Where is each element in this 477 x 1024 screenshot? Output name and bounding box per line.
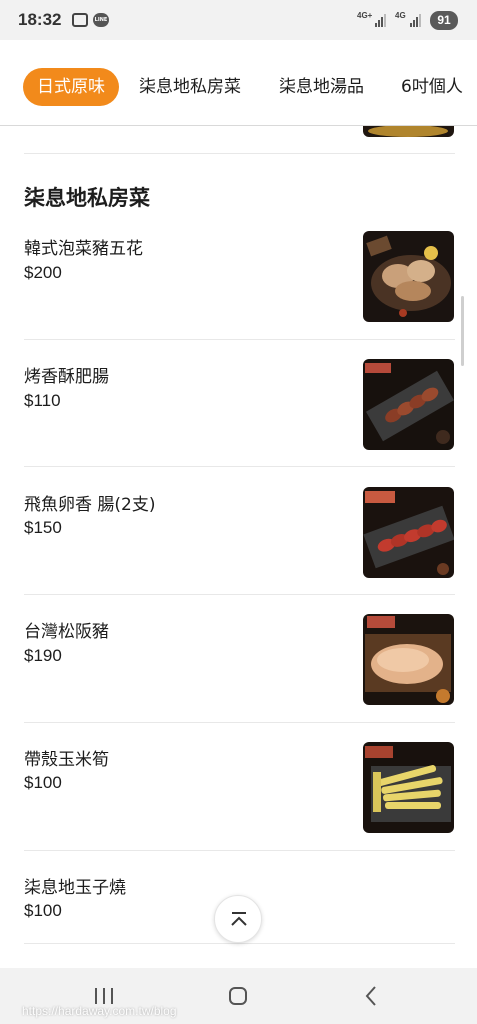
item-name[interactable]: 韓式泡菜豬五花: [24, 234, 143, 259]
baby-corn-photo[interactable]: [363, 742, 454, 833]
divider: [24, 466, 455, 467]
item-name[interactable]: 台灣松阪豬: [24, 617, 109, 642]
back-to-top-button[interactable]: [214, 895, 262, 943]
item-price: $110: [24, 391, 61, 410]
item-name[interactable]: 柒息地玉子燒: [24, 873, 126, 898]
item-name[interactable]: 帶殼玉米筍: [24, 745, 109, 770]
status-time: 18:32: [18, 10, 62, 29]
divider: [24, 594, 455, 595]
category-tabs: 日式原味 柒息地私房菜 柒息地湯品 6吋個人: [0, 40, 477, 126]
divider: [24, 153, 455, 154]
status-bar: 18:32 LINE 4G+ 4G 91: [0, 0, 477, 40]
watermark: https://hardaway.com.tw/blog: [22, 1004, 177, 1018]
tab-soups[interactable]: 柒息地湯品: [279, 68, 364, 106]
back-icon[interactable]: [360, 984, 384, 1008]
item-price: $100: [24, 773, 62, 792]
tab-japanese-original[interactable]: 日式原味: [23, 68, 119, 106]
signal-icon: [410, 14, 424, 27]
grilled-intestine-photo[interactable]: [363, 359, 454, 450]
sausage-photo[interactable]: [363, 487, 454, 578]
item-price: $150: [24, 518, 62, 537]
item-price: $200: [24, 263, 62, 282]
item-price: $190: [24, 646, 62, 665]
previous-item-photo[interactable]: [363, 126, 454, 137]
item-name[interactable]: 烤香酥肥腸: [24, 362, 109, 387]
item-name[interactable]: 飛魚卵香 腸(2支): [24, 490, 155, 515]
chevron-up-icon: [231, 912, 247, 926]
divider: [24, 850, 455, 851]
menu-list[interactable]: 柒息地私房菜 韓式泡菜豬五花 $200 烤香酥肥腸 $110 飛魚卵香 腸(2支…: [0, 126, 477, 968]
divider: [24, 943, 455, 944]
tab-6-inch-personal[interactable]: 6吋個人: [401, 68, 463, 106]
pork-neck-photo[interactable]: [363, 614, 454, 705]
signal-icon: [375, 14, 389, 27]
kimchi-pork-belly-photo[interactable]: [363, 231, 454, 322]
network-type-4g: 4G: [395, 11, 406, 20]
divider: [24, 722, 455, 723]
scrollbar[interactable]: [461, 296, 464, 366]
camera-icon: [72, 13, 88, 27]
tab-private-dishes[interactable]: 柒息地私房菜: [139, 68, 241, 106]
divider: [24, 339, 455, 340]
network-type-4g-plus: 4G+: [357, 11, 373, 20]
section-title: 柒息地私房菜: [24, 186, 150, 210]
home-icon[interactable]: [226, 984, 250, 1008]
item-price: $100: [24, 901, 62, 920]
line-app-icon: LINE: [93, 13, 109, 27]
battery-icon: 91: [430, 11, 458, 30]
